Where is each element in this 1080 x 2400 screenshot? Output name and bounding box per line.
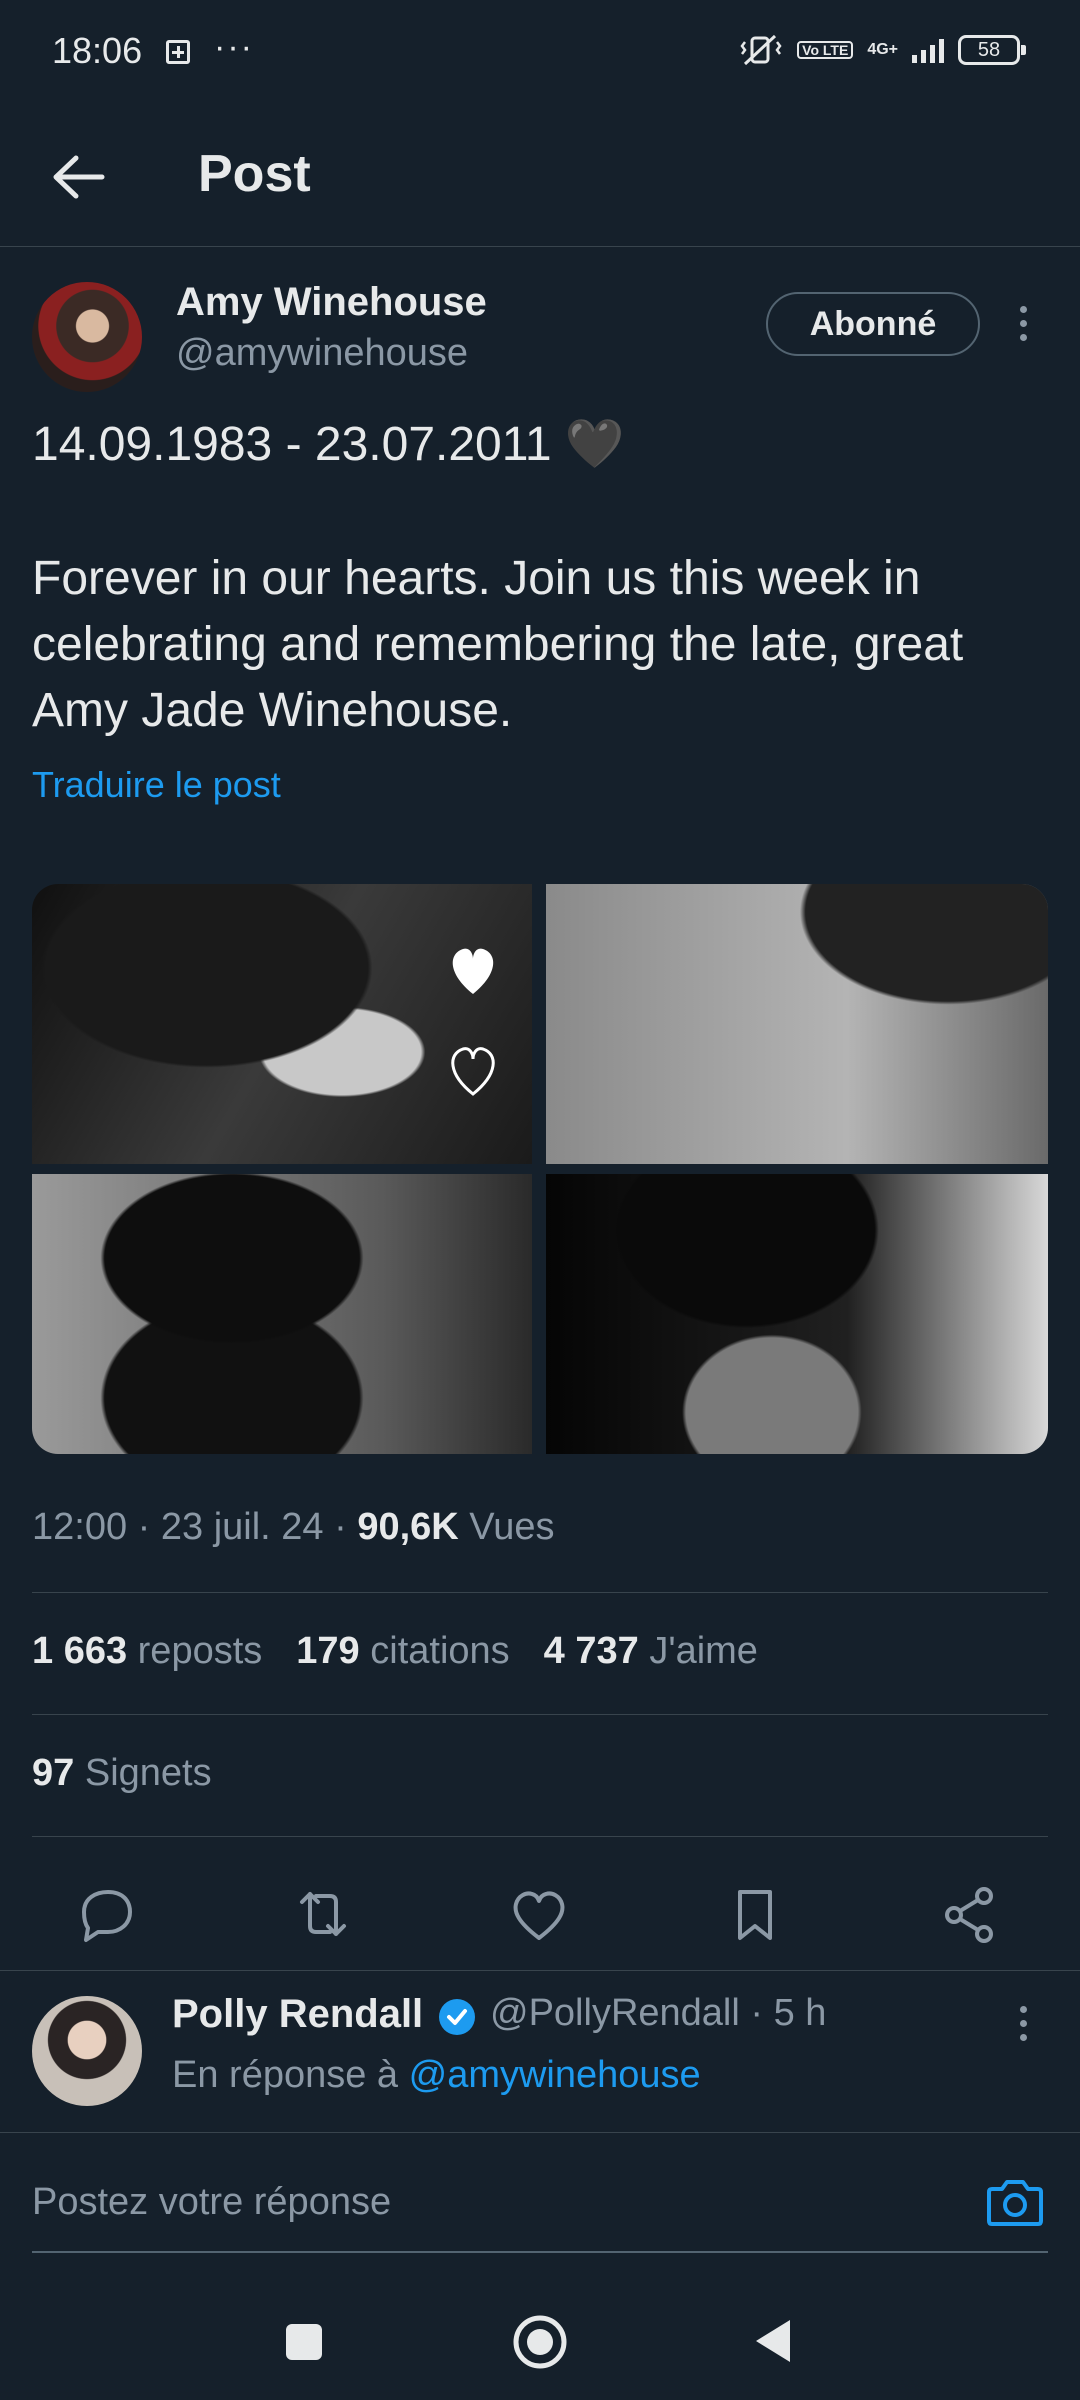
following-button[interactable]: Abonné <box>766 292 980 356</box>
views-label: Vues <box>469 1506 555 1548</box>
like-heart-icon[interactable] <box>504 1880 574 1950</box>
post-text-line: Amy Jade Winehouse. <box>32 684 513 737</box>
author-avatar[interactable] <box>32 282 142 392</box>
post-image-1[interactable] <box>32 884 532 1164</box>
camera-icon[interactable] <box>986 2175 1044 2229</box>
likes-stat[interactable]: 4 737 J'aime <box>544 1630 758 1673</box>
in-reply-to: En réponse à @amywinehouse <box>172 2054 701 2096</box>
recents-square-icon[interactable] <box>282 2320 326 2364</box>
post-image-grid <box>32 884 1048 1454</box>
page-title: Post <box>198 145 311 203</box>
system-navigation-bar <box>0 2282 1080 2400</box>
reply-author-avatar[interactable] <box>32 1996 142 2106</box>
status-time: 18:06 <box>52 30 143 71</box>
heart-decoration-icon <box>451 948 495 1096</box>
reply-input-underline <box>32 2251 1048 2253</box>
status-bar: 18:06 ··· Vo LTE 4G+ 58 <box>0 0 1080 108</box>
network-type: 4G+ <box>867 41 898 58</box>
notification-plus-icon <box>166 40 190 64</box>
reply-author-handle-time: @PollyRendall · 5 h <box>490 1992 827 2034</box>
verified-badge-icon <box>439 1999 475 2035</box>
back-arrow-icon[interactable] <box>48 152 108 202</box>
signal-icon <box>912 37 944 63</box>
post-image-2[interactable] <box>546 884 1048 1164</box>
reply-icon[interactable] <box>72 1880 142 1950</box>
more-options-icon[interactable] <box>1020 306 1028 348</box>
divider <box>32 1592 1048 1593</box>
in-reply-handle-link[interactable]: @amywinehouse <box>409 2054 701 2096</box>
views-count: 90,6K <box>357 1506 459 1548</box>
more-notifications-icon: ··· <box>214 28 254 66</box>
vibrate-icon <box>740 34 782 66</box>
reply-author-name[interactable]: Polly Rendall <box>172 1992 423 2037</box>
post-image-4[interactable] <box>546 1174 1048 1454</box>
share-icon[interactable] <box>936 1880 1006 1950</box>
post-text-dates: 14.09.1983 - 23.07.2011 🖤 <box>32 418 625 471</box>
repost-icon[interactable] <box>288 1880 358 1950</box>
author-name[interactable]: Amy Winehouse <box>176 280 487 325</box>
bookmarks-stat[interactable]: 97 Signets <box>32 1752 212 1795</box>
back-triangle-icon[interactable] <box>750 2316 796 2366</box>
post-text-line: celebrating and remembering the late, gr… <box>32 618 964 671</box>
top-bar: Post <box>0 108 1080 247</box>
volte-icon: Vo LTE <box>797 41 854 59</box>
divider <box>32 1836 1048 1837</box>
divider <box>32 1714 1048 1715</box>
post-time: 12:00 <box>32 1506 128 1548</box>
battery-icon: 58 <box>958 35 1026 65</box>
post-date: 23 juil. 24 <box>160 1506 324 1548</box>
action-bar <box>0 1862 1080 1972</box>
home-circle-icon[interactable] <box>510 2312 570 2372</box>
engagement-stats: 1 663 reposts 179 citations 4 737 J'aime <box>32 1630 758 1673</box>
reply-input[interactable]: Postez votre réponse <box>32 2181 391 2224</box>
bookmark-icon[interactable] <box>720 1880 790 1950</box>
translate-post-link[interactable]: Traduire le post <box>32 764 281 806</box>
reposts-stat[interactable]: 1 663 reposts <box>32 1630 262 1673</box>
reply-more-options-icon[interactable] <box>1020 2006 1028 2048</box>
post-text-line: Forever in our hearts. Join us this week… <box>32 552 921 605</box>
post-image-3[interactable] <box>32 1174 532 1454</box>
quotes-stat[interactable]: 179 citations <box>296 1630 509 1673</box>
author-handle[interactable]: @amywinehouse <box>176 332 468 375</box>
post-timestamp: 12:00 · 23 juil. 24 · 90,6K Vues <box>32 1506 555 1548</box>
reply-composer: Postez votre réponse <box>0 2132 1080 2283</box>
divider <box>0 1970 1080 1971</box>
